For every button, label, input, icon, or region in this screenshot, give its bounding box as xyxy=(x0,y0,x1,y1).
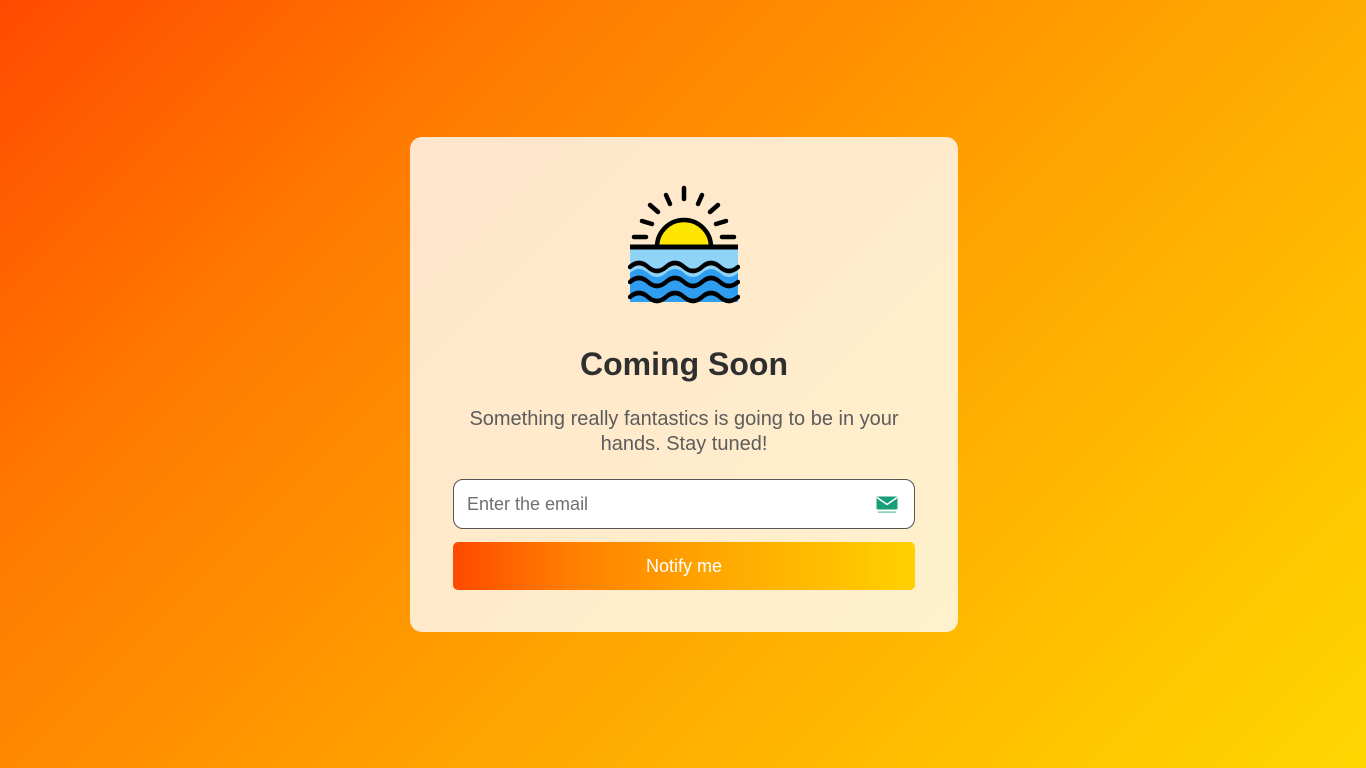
email-field-wrapper xyxy=(453,479,915,529)
page-subtitle: Something really fantastics is going to … xyxy=(469,408,899,455)
page-title: Coming Soon xyxy=(580,346,788,382)
sunset-over-sea-icon xyxy=(628,185,740,304)
envelope-icon[interactable] xyxy=(876,496,898,514)
email-input[interactable] xyxy=(454,480,854,528)
notify-me-button[interactable]: Notify me xyxy=(453,542,915,590)
coming-soon-card: Coming Soon Something really fantastics … xyxy=(410,137,958,632)
